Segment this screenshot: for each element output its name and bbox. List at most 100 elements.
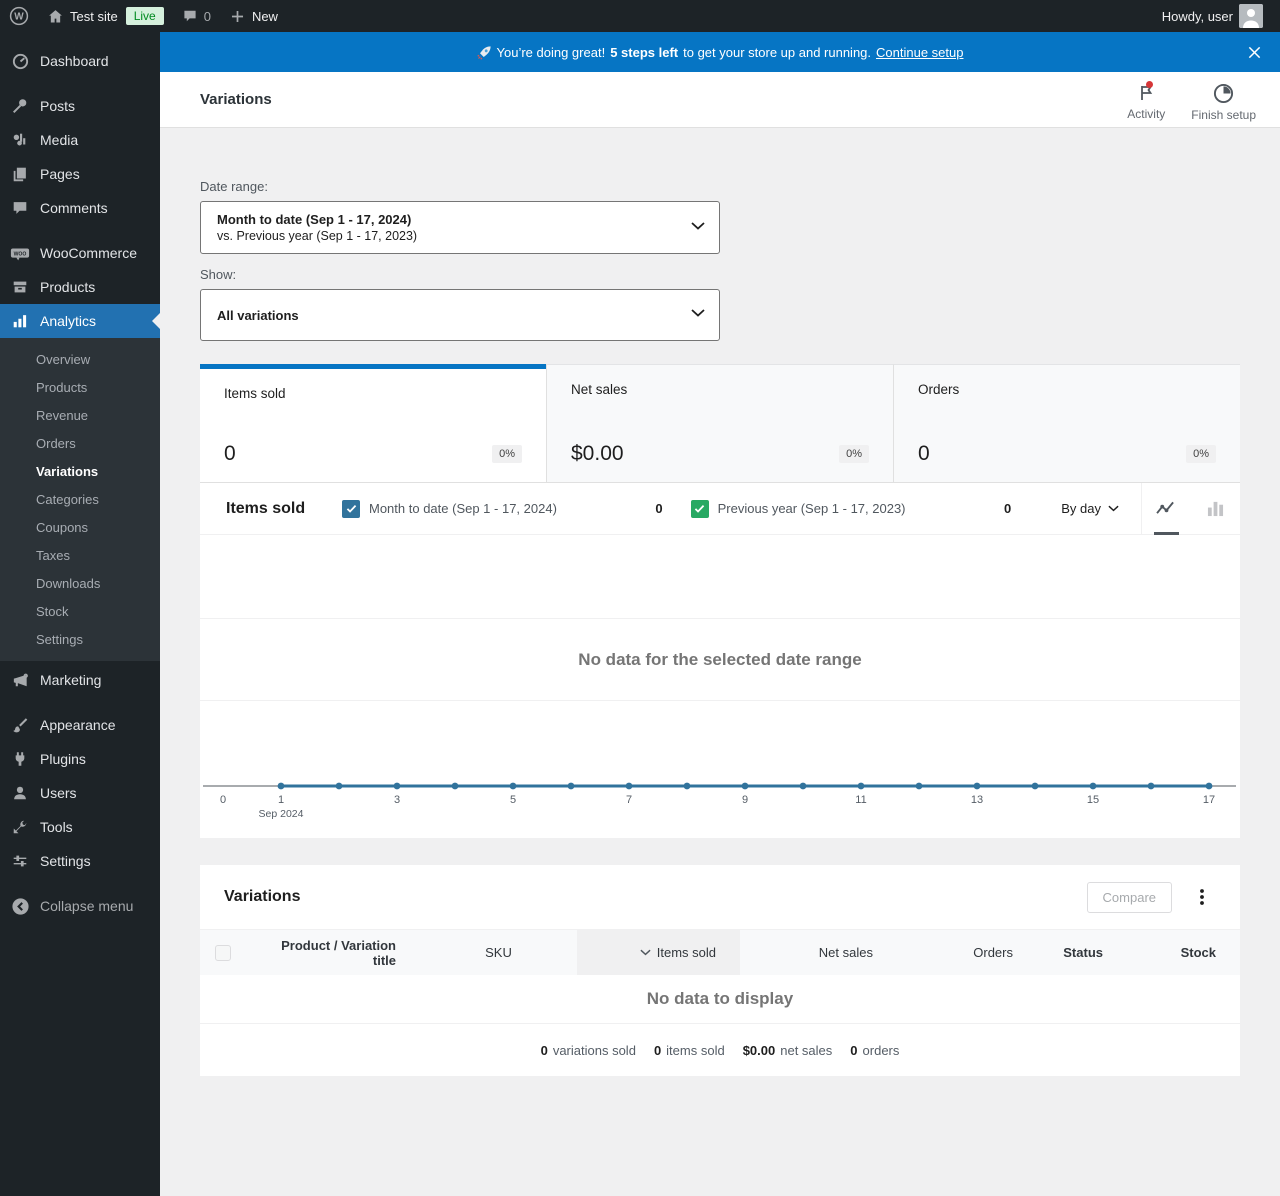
submenu-item-stock[interactable]: Stock (0, 597, 160, 625)
svg-text:11: 11 (855, 794, 866, 806)
table-empty-message: No data to display (200, 975, 1240, 1024)
continue-setup-link[interactable]: Continue setup (876, 45, 963, 60)
new-menu[interactable]: New (220, 0, 287, 32)
submenu-item-orders[interactable]: Orders (0, 429, 160, 457)
setup-banner: You’re doing great! 5 steps left to get … (160, 32, 1280, 72)
sidebar-item-dashboard[interactable]: Dashboard (0, 44, 160, 78)
legend-value: 0 (655, 501, 663, 516)
sidebar-item-woocommerce[interactable]: WOO WooCommerce (0, 236, 160, 270)
svg-text:3: 3 (394, 794, 400, 806)
select-all-checkbox[interactable] (215, 944, 231, 961)
sidebar-item-media[interactable]: Media (0, 123, 160, 157)
submenu-item-products[interactable]: Products (0, 373, 160, 401)
chart-plot-area: No data for the selected date range 0 1 Se… (200, 535, 1240, 838)
show-value: All variations (217, 307, 299, 323)
table-summary-row: 0 variations sold 0 items sold $0.00 net sa… (200, 1024, 1240, 1076)
svg-text:15: 15 (1087, 794, 1099, 806)
admin-bar: W Test site Live 0 New Howdy, user (0, 0, 1280, 32)
legend-toggle-previous-period[interactable]: Previous year (Sep 1 - 17, 2023) 0 (690, 499, 1011, 518)
stat-tab-items-sold[interactable]: Items sold 0 0% (200, 364, 546, 482)
column-header-items-sold[interactable]: Items sold (577, 930, 740, 975)
finish-setup-button[interactable]: Finish setup (1191, 77, 1256, 122)
sidebar-item-posts[interactable]: Posts (0, 89, 160, 123)
sidebar-item-comments[interactable]: Comments (0, 191, 160, 225)
chevron-down-icon (691, 309, 705, 317)
sidebar-item-plugins[interactable]: Plugins (0, 742, 160, 776)
sidebar-item-tools[interactable]: Tools (0, 810, 160, 844)
site-menu[interactable]: Test site Live (38, 0, 173, 32)
show-select[interactable]: All variations (200, 289, 720, 341)
svg-text:W: W (14, 12, 24, 23)
comment-count: 0 (203, 8, 211, 24)
chart-title: Items sold (226, 499, 306, 517)
column-header-stock: Stock (1180, 945, 1216, 960)
sidebar-item-pages[interactable]: Pages (0, 157, 160, 191)
dashboard-icon (10, 52, 30, 71)
summary-orders: 0 orders (850, 1042, 900, 1058)
sidebar-item-appearance[interactable]: Appearance (0, 708, 160, 742)
plug-icon (10, 750, 30, 768)
submenu-item-settings[interactable]: Settings (0, 625, 160, 653)
bar-chart-type-button[interactable] (1191, 483, 1240, 535)
legend-label: Month to date (Sep 1 - 17, 2024) (369, 501, 557, 516)
stat-delta-badge: 0% (492, 445, 522, 463)
banner-message-pre: You’re doing great! (496, 44, 606, 60)
pin-icon (10, 97, 30, 115)
submenu-item-overview[interactable]: Overview (0, 345, 160, 373)
stat-value: $0.00 (571, 442, 624, 465)
sidebar-item-label: Posts (40, 98, 76, 114)
column-header-orders[interactable]: Orders (897, 930, 1037, 975)
submenu-item-categories[interactable]: Categories (0, 485, 160, 513)
wordpress-menu[interactable]: W (0, 0, 38, 32)
user-icon (10, 784, 30, 802)
chart-empty-state: No data for the selected date range (200, 618, 1240, 701)
chart-type-switcher (1141, 482, 1240, 535)
comment-icon (10, 199, 30, 217)
activity-label: Activity (1127, 107, 1166, 121)
sidebar-item-users[interactable]: Users (0, 776, 160, 810)
checkbox-checked-icon (342, 499, 360, 518)
home-icon (47, 8, 64, 25)
sidebar-item-analytics[interactable]: Analytics (0, 304, 160, 338)
chart-axis-svg: 0 1 Sep 2024 3 5 7 9 11 13 15 17 (203, 782, 1236, 820)
sidebar-item-marketing[interactable]: Marketing (0, 663, 160, 697)
banner-close-button[interactable] (1242, 40, 1266, 64)
activity-button[interactable]: Activity (1127, 77, 1165, 122)
kebab-menu-icon[interactable] (1190, 885, 1214, 909)
analytics-submenu: Overview Products Revenue Orders Variati… (0, 338, 160, 661)
sidebar-item-products[interactable]: Products (0, 270, 160, 304)
live-badge: Live (125, 7, 164, 25)
compare-button[interactable]: Compare (1086, 881, 1172, 913)
site-name: Test site (70, 8, 118, 24)
column-header-sku[interactable]: SKU (420, 930, 577, 975)
sidebar-item-collapse-menu[interactable]: Collapse menu (0, 889, 160, 923)
line-chart-icon (1155, 500, 1178, 517)
sidebar-item-settings[interactable]: Settings (0, 844, 160, 878)
stats-tabs: Items sold 0 0% Net sales $0.00 0% Order… (200, 364, 1240, 483)
progress-circle-icon (1213, 83, 1234, 104)
comments-shortcut[interactable]: 0 (173, 0, 220, 32)
rocket-icon (476, 45, 492, 60)
plus-icon (229, 8, 246, 25)
submenu-item-taxes[interactable]: Taxes (0, 541, 160, 569)
submenu-item-variations[interactable]: Variations (0, 457, 160, 485)
stat-tab-net-sales[interactable]: Net sales $0.00 0% (546, 364, 893, 482)
svg-text:5: 5 (510, 794, 516, 806)
stat-tab-orders[interactable]: Orders 0 0% (893, 364, 1240, 482)
svg-text:1: 1 (278, 794, 284, 806)
account-menu[interactable]: Howdy, user (1153, 0, 1272, 32)
sidebar-item-label: WooCommerce (40, 245, 137, 261)
bar-chart-icon (1206, 500, 1225, 517)
submenu-item-downloads[interactable]: Downloads (0, 569, 160, 597)
submenu-item-coupons[interactable]: Coupons (0, 513, 160, 541)
interval-select[interactable]: By day (1039, 501, 1141, 516)
date-range-select[interactable]: Month to date (Sep 1 - 17, 2024) vs. Pre… (200, 201, 720, 254)
line-chart-type-button[interactable] (1142, 483, 1191, 535)
column-header-net-sales[interactable]: Net sales (740, 930, 897, 975)
comments-bubble-icon (182, 8, 198, 24)
media-icon (10, 131, 30, 149)
interval-value: By day (1061, 501, 1101, 516)
submenu-item-revenue[interactable]: Revenue (0, 401, 160, 429)
legend-toggle-current-period[interactable]: Month to date (Sep 1 - 17, 2024) 0 (342, 499, 663, 518)
checkbox-checked-icon (690, 499, 709, 518)
